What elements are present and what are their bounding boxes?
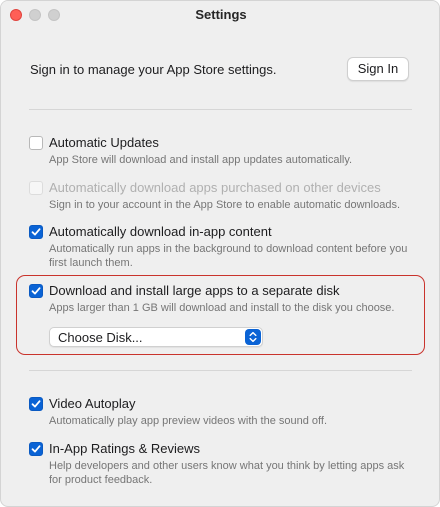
- checkmark-icon: [31, 445, 41, 453]
- checkmark-icon: [31, 287, 41, 295]
- title-bar: Settings: [1, 1, 439, 29]
- option-label: Automatically download apps purchased on…: [49, 180, 381, 195]
- option-label: In-App Ratings & Reviews: [49, 441, 201, 456]
- auto-download-purchased-checkbox: [29, 181, 43, 195]
- separate-disk-checkbox[interactable]: [29, 284, 43, 298]
- automatic-updates-checkbox[interactable]: [29, 136, 43, 150]
- section-divider: [29, 370, 412, 371]
- option-label: Video Autoplay: [49, 396, 136, 411]
- option-label: Automatic Updates: [49, 135, 159, 150]
- checkmark-icon: [31, 400, 41, 408]
- option-automatic-updates: Automatic Updates App Store will downloa…: [29, 135, 414, 167]
- option-description: Apps larger than 1 GB will download and …: [49, 302, 395, 314]
- option-auto-download-purchased: Automatically download apps purchased on…: [29, 180, 414, 212]
- signin-prompt: Sign in to manage your App Store setting…: [30, 62, 277, 77]
- section-divider: [29, 109, 412, 110]
- option-description: Automatically run apps in the background…: [49, 243, 408, 269]
- option-description: Help developers and other users know wha…: [49, 460, 405, 486]
- popup-arrows-icon: [245, 329, 261, 345]
- window-title: Settings: [195, 7, 247, 22]
- in-app-ratings-checkbox[interactable]: [29, 442, 43, 456]
- option-separate-disk: Download and install large apps to a sep…: [29, 283, 414, 315]
- option-label: Automatically download in-app content: [49, 224, 272, 239]
- signin-row: Sign in to manage your App Store setting…: [29, 57, 412, 83]
- option-label: Download and install large apps to a sep…: [49, 283, 340, 298]
- sign-in-button[interactable]: Sign In: [347, 57, 409, 81]
- settings-window: Settings Sign in to manage your App Stor…: [0, 0, 440, 507]
- option-description: Sign in to your account in the App Store…: [49, 199, 401, 211]
- checkmark-icon: [31, 228, 41, 236]
- option-in-app-content: Automatically download in-app content Au…: [29, 224, 414, 270]
- option-description: App Store will download and install app …: [49, 154, 353, 166]
- choose-disk-label: Choose Disk...: [58, 330, 143, 345]
- option-description: Automatically play app preview videos wi…: [49, 415, 328, 427]
- option-video-autoplay: Video Autoplay Automatically play app pr…: [29, 396, 414, 428]
- in-app-content-checkbox[interactable]: [29, 225, 43, 239]
- choose-disk-popup[interactable]: Choose Disk...: [49, 327, 263, 347]
- video-autoplay-checkbox[interactable]: [29, 397, 43, 411]
- option-in-app-ratings: In-App Ratings & Reviews Help developers…: [29, 441, 414, 487]
